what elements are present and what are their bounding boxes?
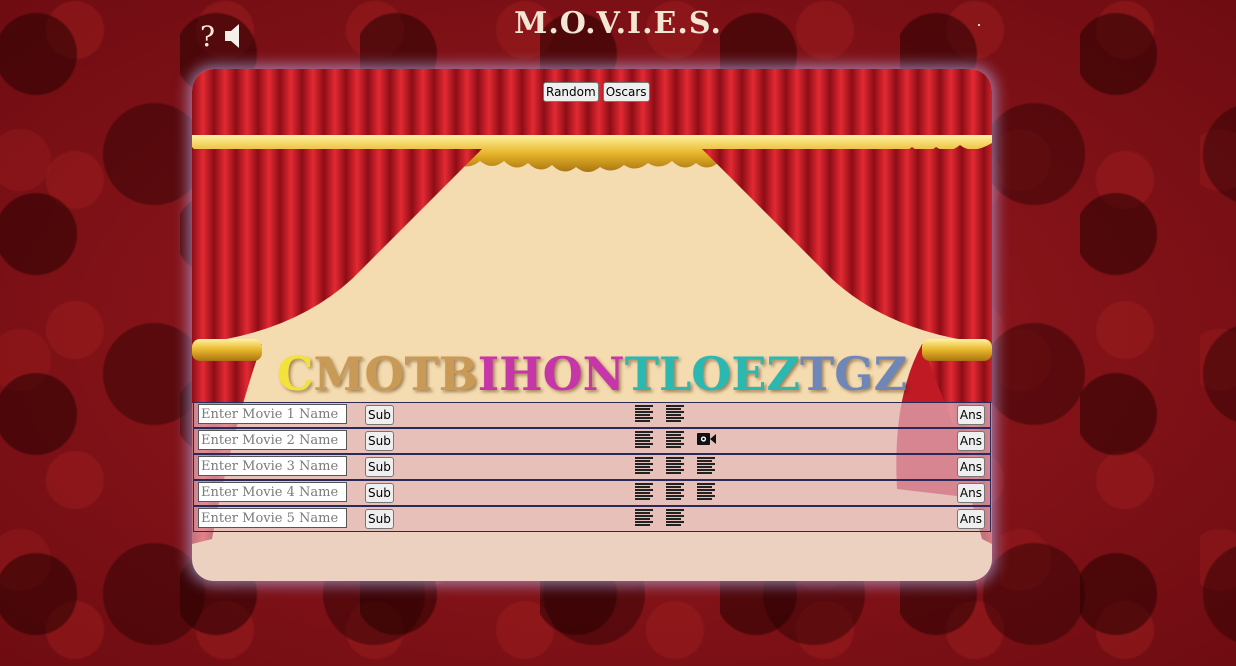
movie-row: Sub Ans: [193, 506, 991, 532]
puzzle-letter: O: [542, 347, 583, 401]
movie-rows: Sub Ans Sub Ans Sub Ans Sub Ans Sub Ans: [193, 402, 991, 532]
puzzle-letter: Z: [766, 347, 801, 401]
answer-button[interactable]: Ans: [956, 457, 985, 477]
puzzle-letter: O: [691, 347, 732, 401]
answer-button[interactable]: Ans: [956, 483, 985, 503]
submit-button[interactable]: Sub: [365, 509, 394, 529]
top-toolbar: Random Oscars: [543, 82, 650, 102]
movie-row: Sub Ans: [193, 402, 991, 428]
puzzle-letter: Z: [873, 347, 908, 401]
text-hint-icon[interactable]: [635, 507, 654, 527]
text-hint-icon[interactable]: [697, 481, 716, 501]
puzzle-letter: C: [276, 347, 314, 401]
puzzle-letter: M: [313, 347, 365, 401]
text-hint-icon[interactable]: [635, 455, 654, 475]
text-hint-icon[interactable]: [666, 455, 685, 475]
puzzle-letter: T: [800, 347, 835, 401]
stage: Random Oscars CMOTBIHONTLOEZTGZ SubAnsSu…: [192, 69, 992, 581]
page-title: M.O.V.I.E.S.: [514, 6, 722, 41]
text-hint-icon[interactable]: [666, 481, 685, 501]
movie-name-input[interactable]: [198, 404, 347, 424]
text-hint-icon[interactable]: [697, 455, 716, 475]
submit-button[interactable]: Sub: [365, 405, 394, 425]
puzzle-letter: E: [731, 347, 767, 401]
submit-button[interactable]: Sub: [365, 457, 394, 477]
hint-icons: [635, 455, 716, 475]
submit-button[interactable]: Sub: [365, 483, 394, 503]
movie-name-input[interactable]: [198, 430, 347, 450]
puzzle-letter: G: [834, 347, 874, 401]
random-button[interactable]: Random: [543, 82, 599, 102]
puzzle-letter: I: [477, 347, 500, 401]
hint-icons: [635, 507, 685, 527]
text-hint-icon[interactable]: [666, 403, 685, 423]
movie-name-input[interactable]: [198, 456, 347, 476]
text-hint-icon[interactable]: [635, 403, 654, 423]
answer-button[interactable]: Ans: [956, 509, 985, 529]
puzzle-letter: O: [364, 347, 405, 401]
text-hint-icon[interactable]: [635, 481, 654, 501]
movie-row: Sub Ans: [193, 454, 991, 480]
puzzle-letter: H: [499, 347, 543, 401]
oscars-button[interactable]: Oscars: [602, 82, 650, 102]
movie-name-input[interactable]: [198, 508, 347, 528]
movie-row: Sub Ans: [193, 480, 991, 506]
text-hint-icon[interactable]: [635, 429, 654, 449]
hint-icons: [635, 403, 685, 423]
movie-name-input[interactable]: [198, 482, 347, 502]
decorative-dot: [978, 24, 980, 26]
puzzle-letter: T: [624, 347, 659, 401]
puzzle-letter: L: [658, 347, 692, 401]
answer-button[interactable]: Ans: [956, 431, 985, 451]
answer-button[interactable]: Ans: [956, 405, 985, 425]
hint-icons: [635, 429, 716, 449]
puzzle-letter: B: [438, 347, 478, 401]
puzzle-letter: T: [404, 347, 439, 401]
submit-button[interactable]: Sub: [365, 431, 394, 451]
hint-icons: [635, 481, 716, 501]
text-hint-icon[interactable]: [666, 507, 685, 527]
movie-row: Sub Ans: [193, 428, 991, 454]
puzzle-letter: N: [582, 347, 625, 401]
video-camera-icon[interactable]: [697, 429, 716, 449]
letter-puzzle: CMOTBIHONTLOEZTGZ: [192, 347, 992, 401]
text-hint-icon[interactable]: [666, 429, 685, 449]
